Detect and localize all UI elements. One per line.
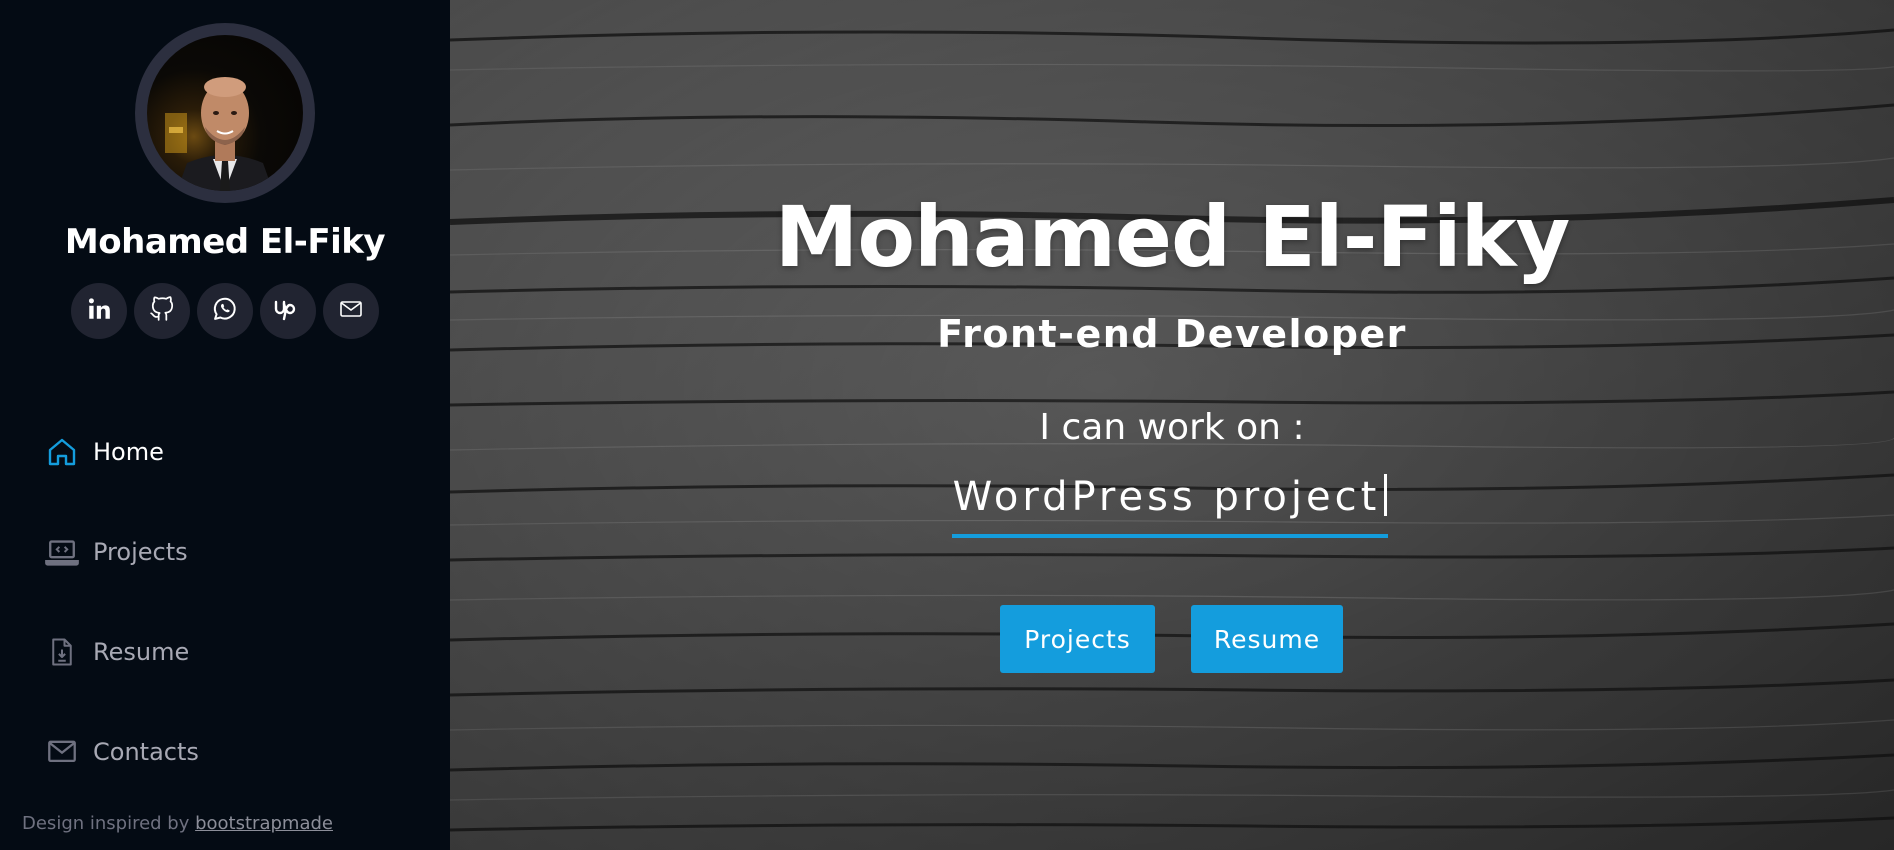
hero-subtitle: Front-end Developer <box>937 312 1407 356</box>
hero-content: Mohamed El-Fiky Front-end Developer I ca… <box>450 0 1894 850</box>
avatar <box>147 35 303 191</box>
footer-prefix: Design inspired by <box>22 813 196 834</box>
hero-title: Mohamed El-Fiky <box>774 188 1570 286</box>
sidebar: Mohamed El-Fiky Home Projects Resume Con… <box>0 0 450 850</box>
nav-label-home: Home <box>93 438 164 466</box>
avatar-frame <box>135 23 315 203</box>
file-download-icon <box>44 634 80 670</box>
github-icon <box>149 296 175 326</box>
nav-label-contacts: Contacts <box>93 738 199 766</box>
linkedin-icon <box>86 296 112 326</box>
envelope-icon <box>44 734 80 770</box>
profile-name: Mohamed El-Fiky <box>64 222 386 262</box>
linkedin-link[interactable] <box>71 283 127 339</box>
typed-underline <box>952 534 1388 538</box>
hero-section: Mohamed El-Fiky Front-end Developer I ca… <box>450 0 1894 850</box>
home-icon <box>44 434 80 470</box>
footer-credit: Design inspired by bootstrapmade <box>22 813 333 834</box>
nav-item-projects[interactable]: Projects <box>44 502 199 602</box>
nav-item-home[interactable]: Home <box>44 402 199 502</box>
typed-text-box: WordPress project <box>952 474 1388 538</box>
nav-item-resume[interactable]: Resume <box>44 602 199 702</box>
email-link[interactable] <box>323 283 379 339</box>
main-nav: Home Projects Resume Contacts <box>44 402 199 802</box>
typed-text: WordPress project <box>952 474 1381 520</box>
upwork-link[interactable] <box>260 283 316 339</box>
whatsapp-link[interactable] <box>197 283 253 339</box>
hero-work-label: I can work on : <box>1039 407 1305 448</box>
projects-button[interactable]: Projects <box>1000 605 1155 673</box>
github-link[interactable] <box>134 283 190 339</box>
bootstrapmade-link[interactable]: bootstrapmade <box>195 813 333 834</box>
mail-icon <box>339 297 363 325</box>
nav-label-projects: Projects <box>93 538 188 566</box>
nav-item-contacts[interactable]: Contacts <box>44 702 199 802</box>
laptop-code-icon <box>44 534 80 570</box>
whatsapp-icon <box>211 295 239 327</box>
social-links <box>71 283 379 339</box>
typing-cursor <box>1384 474 1388 516</box>
resume-button[interactable]: Resume <box>1191 605 1343 673</box>
nav-label-resume: Resume <box>93 638 190 666</box>
upwork-icon <box>273 296 303 326</box>
